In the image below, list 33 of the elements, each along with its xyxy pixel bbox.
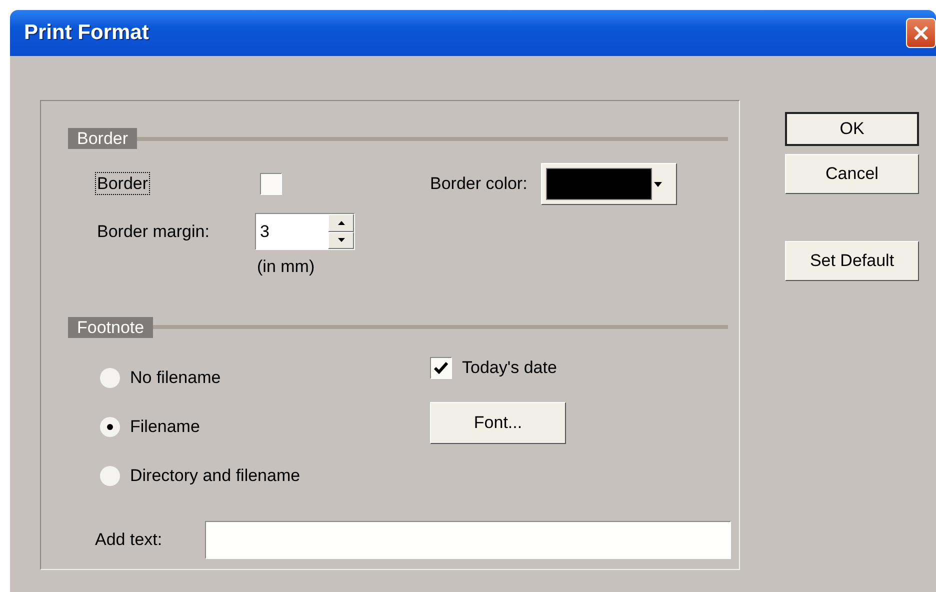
field-label: Border color:	[430, 173, 528, 196]
down-arrow-icon	[338, 238, 344, 242]
section-heading: Footnote	[68, 316, 154, 338]
field-label: Add text:	[95, 528, 164, 551]
radio-label: Filename	[130, 416, 200, 438]
radio-label: No filename	[130, 367, 221, 390]
margin-spinner[interactable]: 3	[255, 213, 355, 250]
dialog-button[interactable]: Set Default	[785, 241, 919, 281]
border-checkbox[interactable]	[260, 173, 282, 195]
unit-note: (in mm)	[257, 257, 315, 276]
margin-value: 3	[256, 214, 328, 249]
radio-label: Directory and filename	[130, 465, 300, 488]
window-title: Print Format	[24, 20, 149, 46]
close-icon	[912, 24, 930, 42]
radio-button[interactable]	[100, 466, 120, 486]
checkbox-label: Today's date	[462, 356, 557, 379]
checkbox-label: Border	[97, 174, 148, 194]
field-label: Border margin:	[97, 220, 210, 243]
dialog-button[interactable]: Cancel	[785, 154, 919, 194]
spin-down-button[interactable]	[328, 232, 354, 249]
color-dropdown[interactable]	[541, 163, 678, 205]
font-button[interactable]: Font...	[430, 402, 566, 444]
up-arrow-icon	[338, 220, 344, 225]
dialog-button[interactable]: OK	[785, 112, 919, 146]
radio-button[interactable]	[100, 368, 120, 388]
section-heading: Border	[68, 128, 138, 149]
add-text-field[interactable]	[205, 520, 731, 558]
caret-icon	[654, 182, 662, 186]
close-button[interactable]	[906, 18, 936, 48]
date-checkbox[interactable]	[430, 356, 452, 378]
checkmark-icon	[434, 362, 448, 374]
radio-button[interactable]	[100, 417, 120, 437]
spin-up-button[interactable]	[328, 214, 354, 232]
